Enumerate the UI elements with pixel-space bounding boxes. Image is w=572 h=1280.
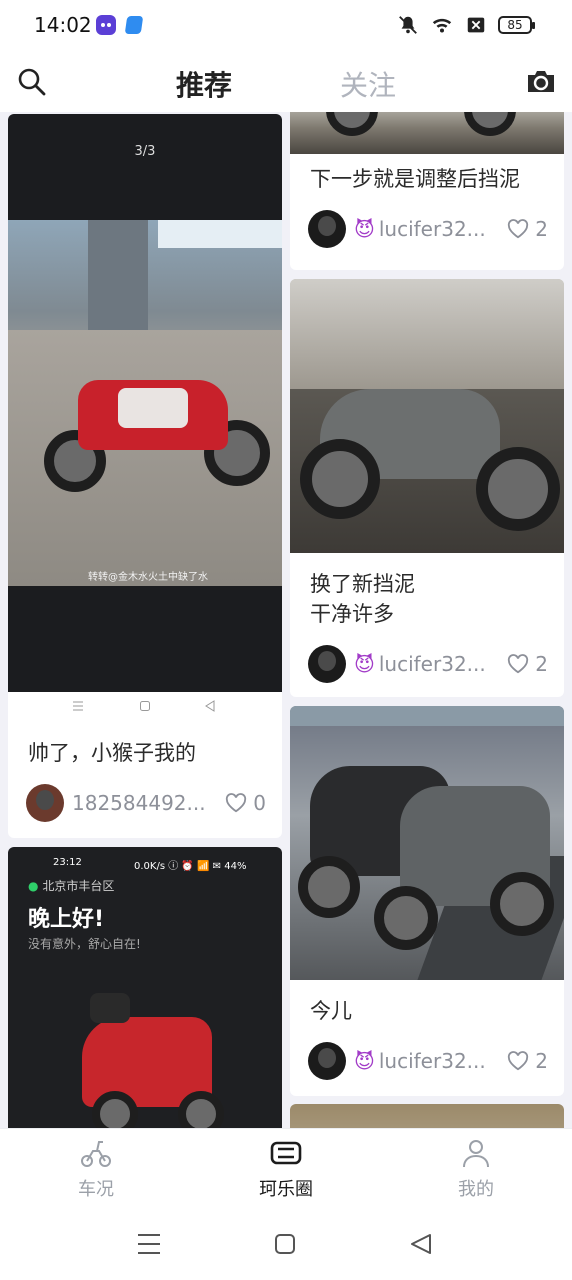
post-card[interactable]: 3/3 转转@金木水火土中缺了水 帅了，小猴子我的 182584492... 0 <box>8 114 282 838</box>
like-button[interactable]: 2 <box>507 217 548 241</box>
scooter-photo <box>290 112 564 154</box>
like-button[interactable]: 0 <box>225 791 266 815</box>
search-icon[interactable] <box>16 66 48 98</box>
back-triangle-icon <box>205 700 215 712</box>
like-count: 2 <box>535 217 548 241</box>
app-notification-icon <box>124 16 144 34</box>
feed[interactable]: 3/3 转转@金木水火土中缺了水 帅了，小猴子我的 182584492... 0 <box>0 112 572 1128</box>
username[interactable]: lucifer32... <box>379 217 507 241</box>
battery-indicator: 85 <box>498 16 535 34</box>
post-image-bottom-black <box>8 586 282 692</box>
circle-logo-icon <box>270 1141 302 1165</box>
avatar[interactable] <box>308 210 346 248</box>
like-count: 0 <box>253 791 266 815</box>
nav-label: 珂乐圈 <box>259 1179 313 1200</box>
post-meta: 182584492... 0 <box>26 784 266 822</box>
username[interactable]: lucifer32... <box>379 1049 507 1073</box>
like-button[interactable]: 2 <box>507 1049 548 1073</box>
wifi-icon <box>432 18 452 33</box>
username[interactable]: 182584492... <box>72 791 225 815</box>
screenshot-time: 23:12 <box>53 857 82 868</box>
scooter-icon <box>81 1141 111 1167</box>
post-title: 帅了，小猴子我的 <box>28 741 196 765</box>
tab-follow[interactable]: 关注 <box>340 64 396 104</box>
heart-icon <box>508 654 529 674</box>
nav-item-circle[interactable]: 珂乐圈 <box>236 1137 336 1201</box>
heart-icon <box>226 793 247 813</box>
bottom-navigation: 车况 珂乐圈 我的 <box>0 1128 572 1208</box>
post-card[interactable] <box>290 1104 564 1128</box>
post-title: 换了新挡泥 干净许多 <box>310 572 415 626</box>
motorcycle-photo: 转转@金木水火土中缺了水 <box>8 220 282 586</box>
camera-icon[interactable] <box>526 68 556 94</box>
nav-label: 车况 <box>78 1179 114 1200</box>
post-card[interactable]: 今儿 😈 lucifer32... 2 <box>290 706 564 1096</box>
nav-item-vehicle[interactable]: 车况 <box>46 1137 146 1201</box>
like-count: 2 <box>535 1049 548 1073</box>
status-time: 14:02 <box>34 13 92 37</box>
post-card[interactable]: 23:12 0.0K/s ⓘ ⏰ 📶 ✉ 44% ● 北京市丰台区 晚上好! 没… <box>8 847 282 1128</box>
location-label: ● 北京市丰台区 <box>28 879 115 893</box>
image-counter: 3/3 <box>134 144 156 159</box>
menu-icon <box>73 701 83 711</box>
username[interactable]: lucifer32... <box>379 652 507 676</box>
system-navigation-bar <box>0 1208 572 1280</box>
post-meta: 😈 lucifer32... 2 <box>308 645 548 683</box>
post-card[interactable]: 换了新挡泥 干净许多 😈 lucifer32... 2 <box>290 279 564 697</box>
menu-icon[interactable] <box>136 1232 162 1256</box>
like-count: 2 <box>535 652 548 676</box>
back-triangle-icon[interactable] <box>408 1232 434 1256</box>
top-header: 推荐 关注 <box>0 52 572 112</box>
heart-icon <box>508 219 529 239</box>
scooter-photo <box>290 279 564 553</box>
heart-icon <box>508 1051 529 1071</box>
devil-emoji: 😈 <box>354 1049 375 1073</box>
person-icon <box>463 1140 489 1168</box>
nav-label: 我的 <box>458 1179 494 1200</box>
home-square-icon[interactable] <box>272 1232 298 1256</box>
screenshot-nav-strip <box>8 692 282 722</box>
post-title: 今儿 <box>310 999 352 1023</box>
home-square-icon <box>140 701 150 711</box>
like-button[interactable]: 2 <box>507 652 548 676</box>
devil-emoji: 😈 <box>354 217 375 241</box>
greeting-text: 晚上好! <box>28 907 105 932</box>
post-image-top-black: 3/3 <box>8 114 282 220</box>
tab-recommend[interactable]: 推荐 <box>176 64 232 104</box>
post-card[interactable]: 下一步就是调整后挡泥 😈 lucifer32... 2 <box>290 112 564 270</box>
avatar[interactable] <box>308 645 346 683</box>
post-title: 下一步就是调整后挡泥 <box>310 167 520 191</box>
post-meta: 😈 lucifer32... 2 <box>308 1042 548 1080</box>
post-meta: 😈 lucifer32... 2 <box>308 210 548 248</box>
scooter-photo <box>290 706 564 980</box>
mute-icon <box>399 16 417 34</box>
status-bar: 14:02 85 <box>0 0 572 52</box>
avatar[interactable] <box>308 1042 346 1080</box>
image-watermark: 转转@金木水火土中缺了水 <box>88 572 208 583</box>
devil-emoji: 😈 <box>354 652 375 676</box>
screenshot-status: 0.0K/s ⓘ ⏰ 📶 ✉ 44% <box>134 861 247 872</box>
nav-item-profile[interactable]: 我的 <box>426 1137 526 1201</box>
sim-blocked-icon <box>467 17 485 33</box>
avatar[interactable] <box>26 784 64 822</box>
game-app-icon <box>96 15 116 35</box>
greeting-subtext: 没有意外，舒心自在! <box>28 937 141 951</box>
